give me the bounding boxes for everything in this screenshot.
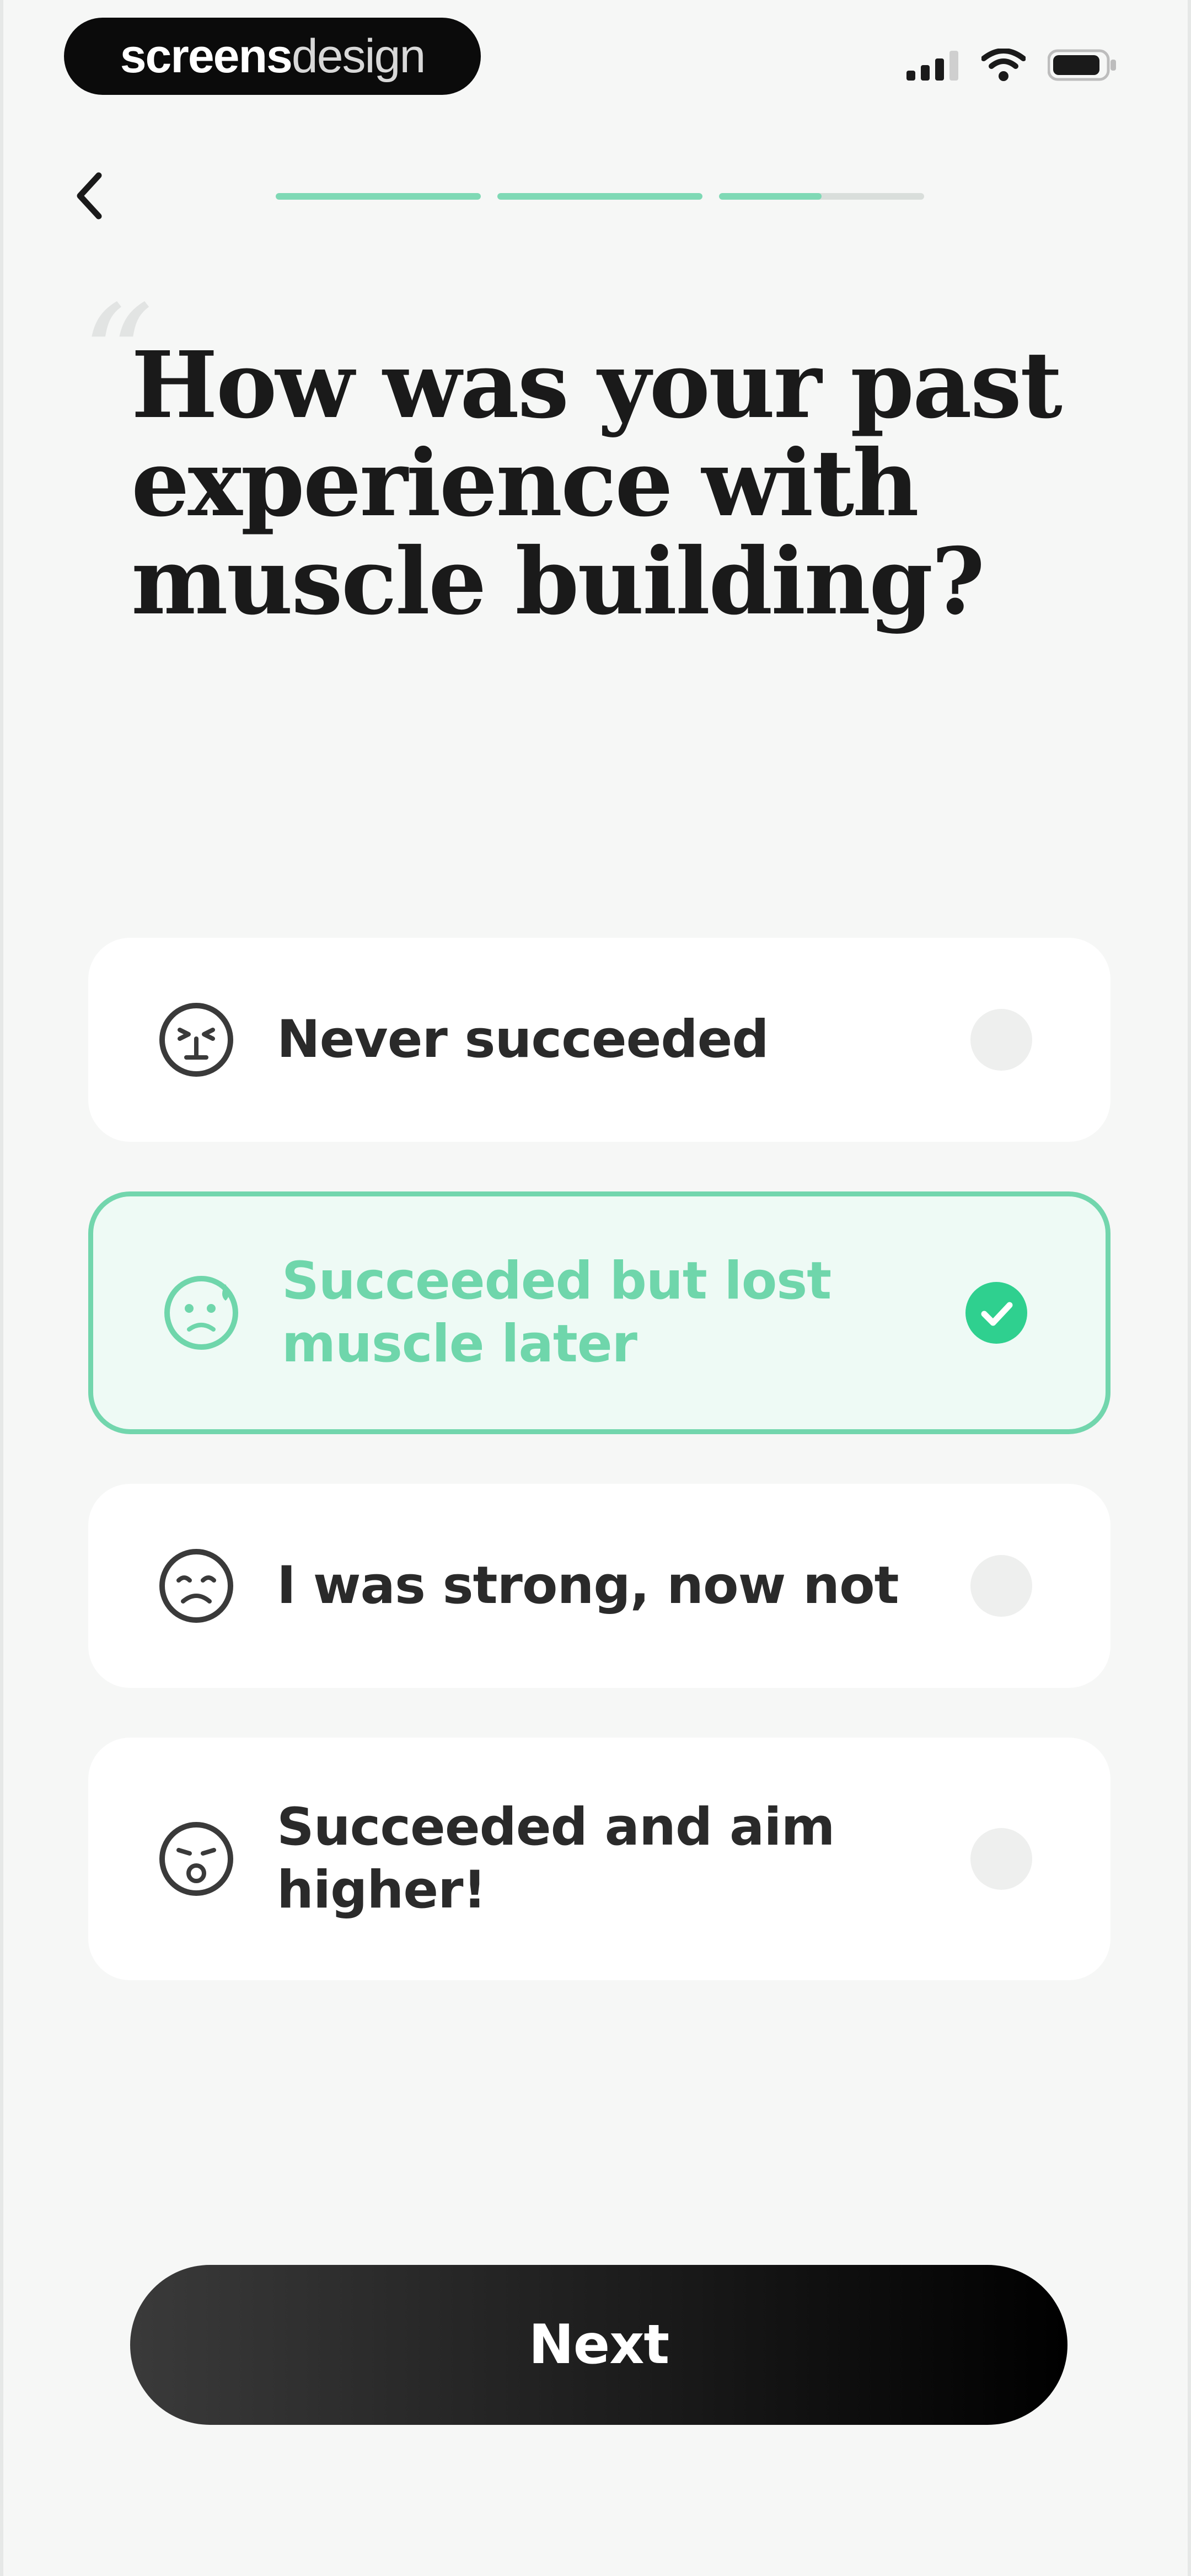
progress-segment-current — [719, 193, 924, 200]
option-never-succeeded[interactable]: Never succeeded — [88, 938, 1110, 1142]
emoji-sad-icon — [159, 1549, 233, 1623]
next-button[interactable]: Next — [130, 2265, 1067, 2425]
status-icons — [906, 49, 1117, 82]
checkmark-icon — [981, 1302, 1013, 1326]
emoji-ambitious-icon — [159, 1822, 233, 1896]
wifi-icon — [981, 49, 1026, 81]
emoji-never-icon — [159, 1003, 233, 1077]
radio-unchecked[interactable] — [970, 1555, 1032, 1617]
question-title: How was your past experience with muscle… — [131, 332, 1063, 635]
option-label: I was strong, now not — [277, 1556, 899, 1616]
brand-badge: screens design — [64, 18, 481, 95]
battery-icon — [1048, 49, 1116, 81]
option-label: Succeeded but lost muscle later — [282, 1251, 831, 1374]
radio-unchecked[interactable] — [970, 1828, 1032, 1890]
emoji-sweat-icon — [164, 1276, 238, 1350]
option-was-strong[interactable]: I was strong, now not — [88, 1484, 1110, 1688]
option-label: Succeeded and aim higher! — [277, 1797, 835, 1920]
onboarding-screen: screens design “ How was your past exper… — [0, 0, 1191, 2576]
option-succeeded-lost-muscle[interactable]: Succeeded but lost muscle later — [88, 1191, 1110, 1434]
progress-segment — [276, 193, 481, 200]
progress-bar — [3, 193, 1188, 200]
progress-segment — [497, 193, 702, 200]
signal-icon — [906, 51, 958, 81]
radio-checked[interactable] — [965, 1282, 1027, 1344]
brand-text-bold: screens — [120, 29, 293, 83]
brand-text-light: design — [291, 29, 426, 83]
option-aim-higher[interactable]: Succeeded and aim higher! — [88, 1738, 1110, 1980]
radio-unchecked[interactable] — [970, 1009, 1032, 1071]
option-label: Never succeeded — [277, 1009, 769, 1070]
